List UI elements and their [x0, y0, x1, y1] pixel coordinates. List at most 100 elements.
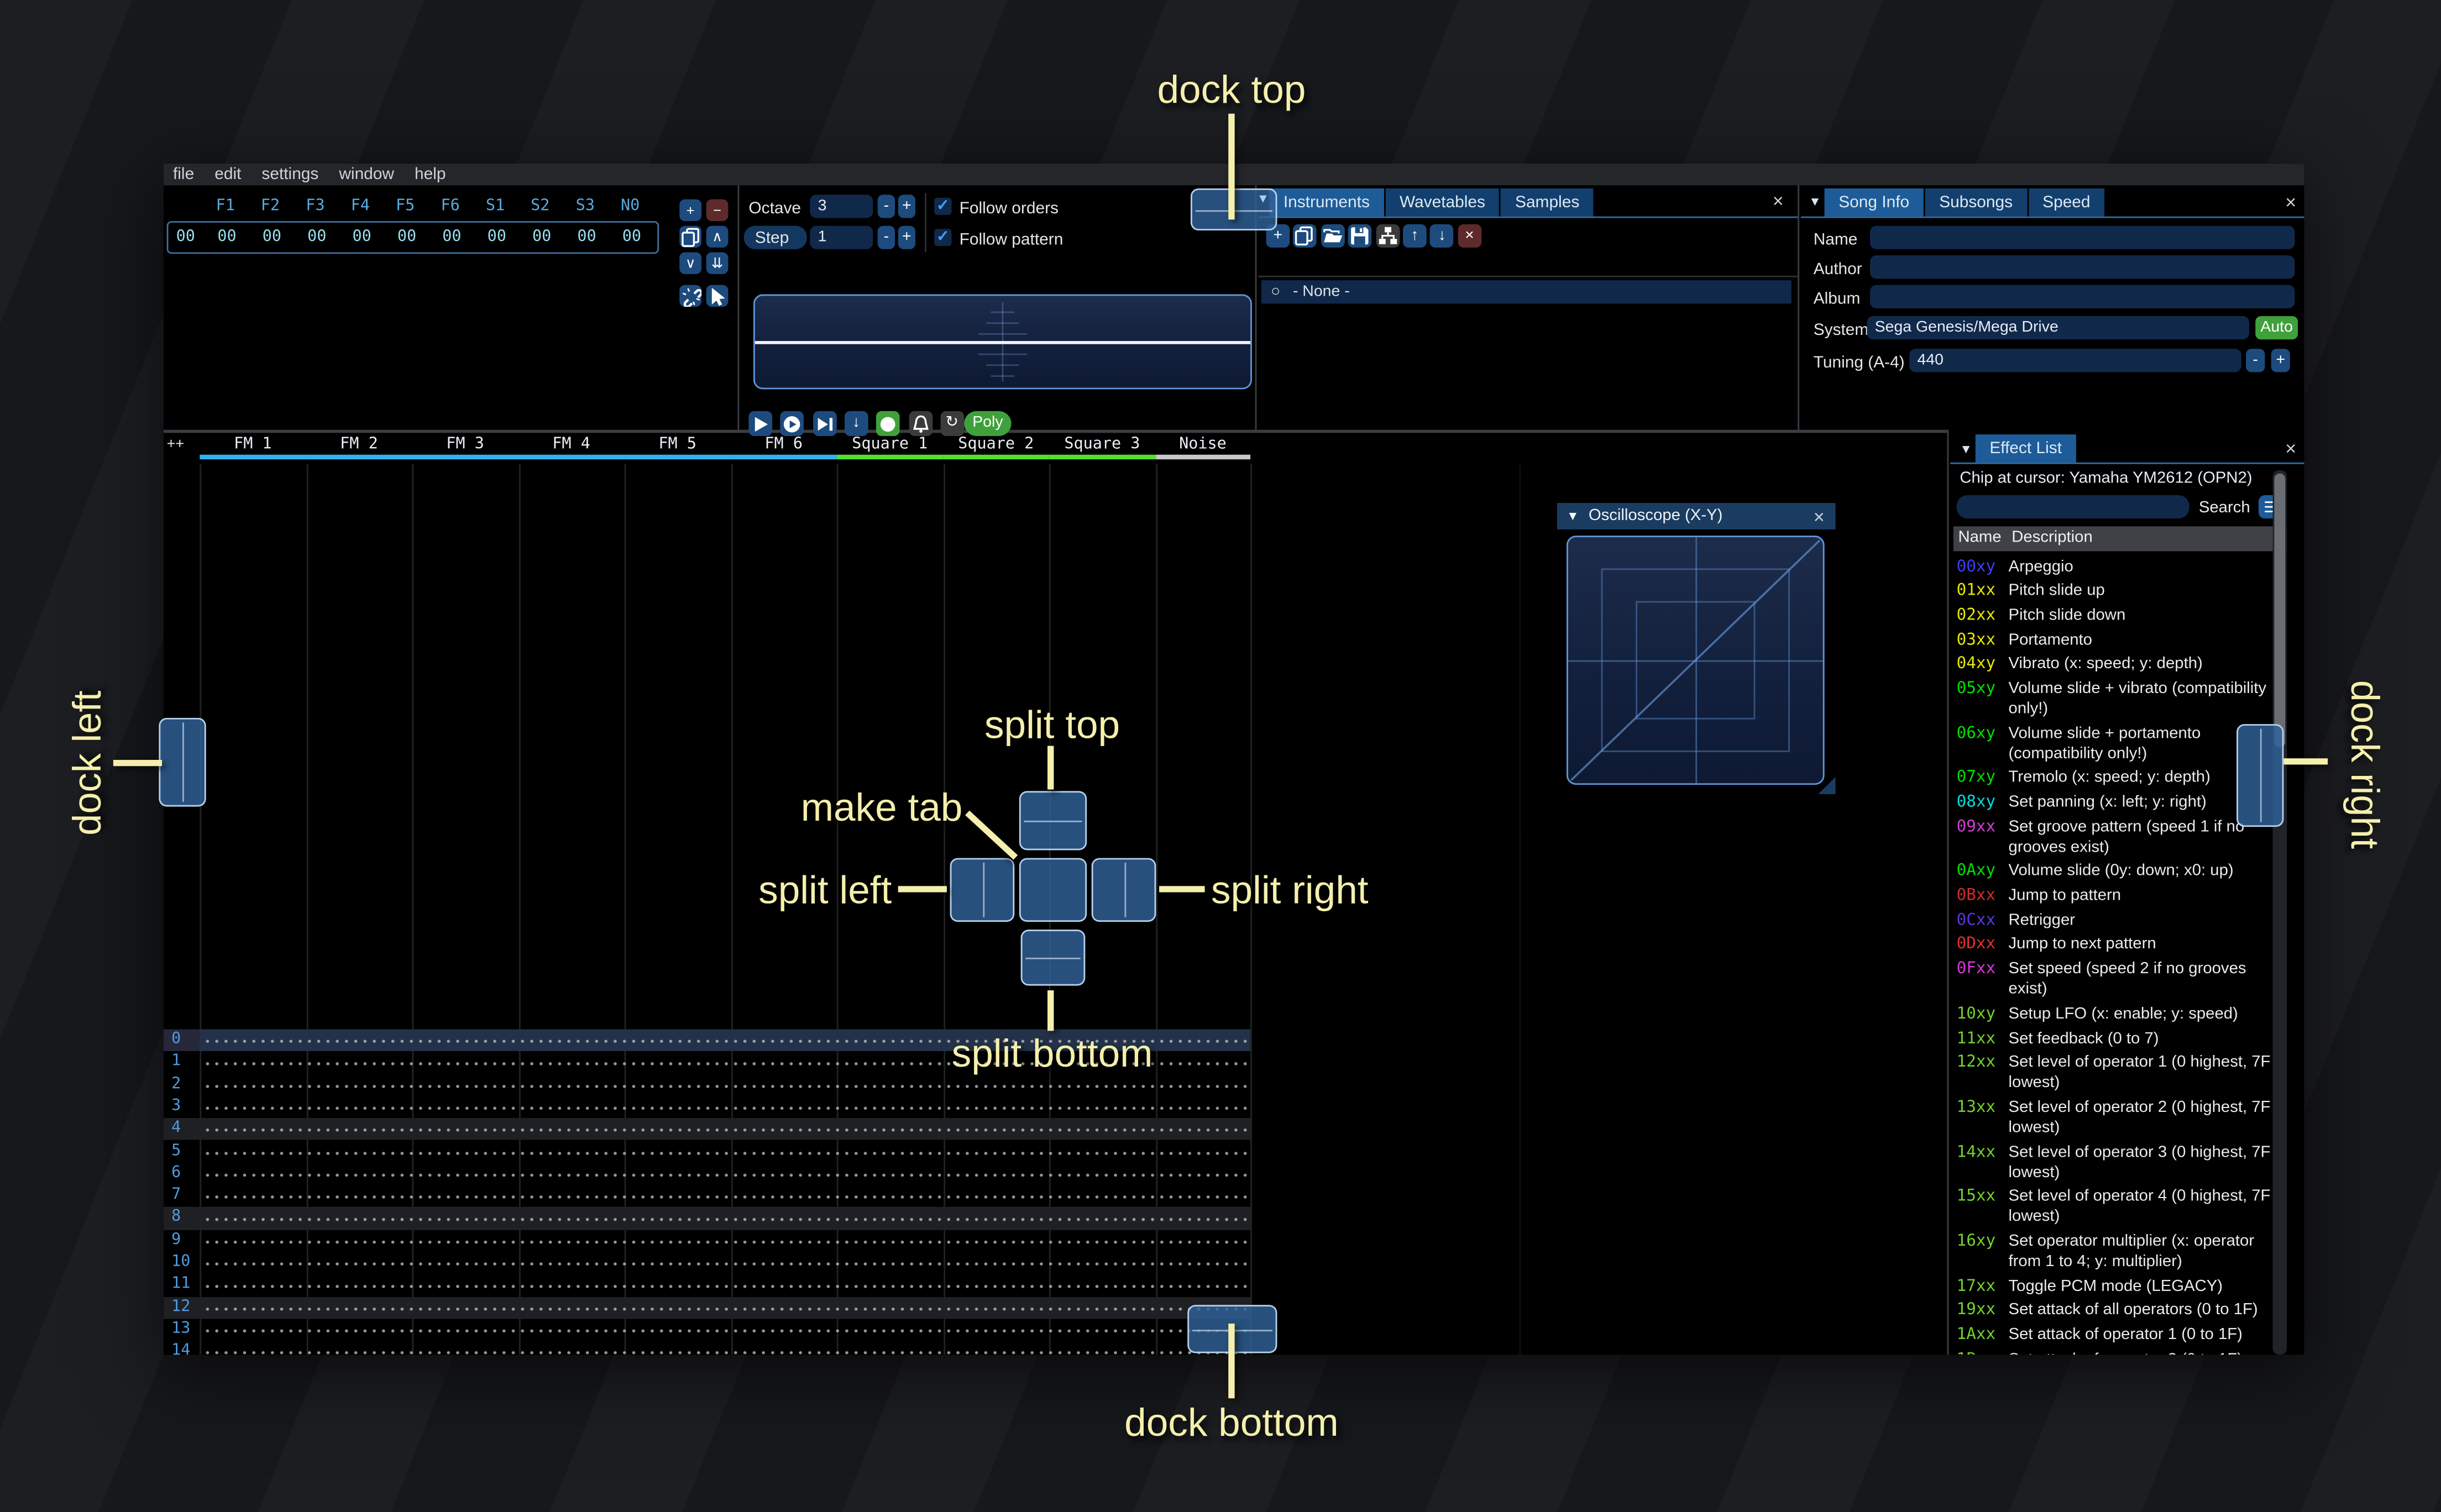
effect-row-03xx[interactable]: 03xx Portamento — [1957, 628, 2290, 652]
close-oscilloscope-xy-icon[interactable]: × — [1814, 508, 1825, 527]
move-instrument-down-icon[interactable]: ↓ — [1430, 224, 1454, 248]
pattern-row-7[interactable]: 7 — [164, 1185, 1251, 1208]
duplicate-instrument-icon[interactable] — [1293, 224, 1317, 248]
metronome-icon[interactable] — [908, 411, 932, 436]
order-cell[interactable]: 00 — [205, 229, 249, 246]
poly-toggle-button[interactable]: Poly — [964, 411, 1012, 436]
channel-header-fm-1[interactable]: FM 1 — [200, 433, 306, 454]
empty-note-cells[interactable] — [200, 1163, 1251, 1185]
order-cell[interactable]: 00 — [609, 229, 654, 246]
effect-row-11xx[interactable]: 11xx Set feedback (0 to 7) — [1957, 1026, 2290, 1051]
channel-header-fm-3[interactable]: FM 3 — [412, 433, 518, 454]
octave-plus-button[interactable]: + — [898, 195, 915, 218]
close-effect-list-icon[interactable]: × — [2285, 439, 2296, 458]
delete-instrument-icon[interactable]: × — [1458, 224, 1481, 248]
album-input[interactable] — [1870, 285, 2295, 308]
empty-note-cells[interactable] — [200, 1207, 1251, 1230]
step-minus-button[interactable]: - — [877, 225, 895, 249]
pattern-row-4[interactable]: 4 — [163, 1118, 1251, 1141]
empty-note-cells[interactable] — [200, 1274, 1251, 1297]
empty-note-cells[interactable] — [200, 1296, 1251, 1319]
tab-effect-list[interactable]: Effect List — [1975, 434, 2076, 463]
pattern-row-9[interactable]: 9 — [164, 1230, 1251, 1252]
order-row-0[interactable]: 00 00 00 00 00 00 00 00 00 00 00 — [166, 221, 659, 254]
effect-row-13xx[interactable]: 13xx Set level of operator 2 (0 highest, … — [1957, 1095, 2290, 1140]
system-auto-button[interactable]: Auto — [2255, 316, 2298, 340]
effect-row-1Bxx[interactable]: 1BxxSet attack of operator 2 (0 to 1F) — [1957, 1347, 2290, 1355]
close-song-info-icon[interactable]: × — [2285, 193, 2296, 212]
name-input[interactable] — [1870, 225, 2295, 249]
close-instruments-icon[interactable]: × — [1773, 192, 1784, 211]
order-cell[interactable]: 00 — [339, 229, 384, 246]
channel-header-square-1[interactable]: Square 1 — [837, 433, 943, 454]
tuning-plus-button[interactable]: + — [2271, 349, 2290, 372]
pattern-row-8[interactable]: 8 — [163, 1207, 1251, 1230]
menu-item-window[interactable]: window — [339, 165, 394, 184]
pattern-row-14[interactable]: 14 — [164, 1341, 1251, 1355]
move-order-up-icon[interactable]: ∧ — [706, 225, 729, 248]
effect-row-16xy[interactable]: 16xy Set operator multiplier (x: operator… — [1957, 1229, 2290, 1274]
follow-orders-checkbox[interactable]: ✓ — [934, 197, 952, 215]
save-instrument-icon[interactable] — [1348, 224, 1372, 248]
panel-separator[interactable] — [1947, 429, 1949, 1355]
step-plus-button[interactable]: + — [898, 225, 915, 249]
split-bottom-target[interactable] — [1020, 930, 1086, 986]
menu-item-edit[interactable]: edit — [214, 165, 241, 184]
add-order-icon[interactable]: + — [679, 199, 702, 222]
empty-note-cells[interactable] — [200, 1185, 1251, 1208]
dock-right-target[interactable] — [2236, 724, 2284, 827]
change-all-orders-icon[interactable] — [679, 285, 702, 307]
order-cell[interactable]: 00 — [384, 229, 429, 246]
effect-row-14xx[interactable]: 14xx Set level of operator 3 (0 highest, … — [1957, 1140, 2290, 1185]
effect-row-12xx[interactable]: 12xx Set level of operator 1 (0 highest, … — [1957, 1051, 2290, 1095]
pattern-row-3[interactable]: 3 — [164, 1096, 1251, 1119]
empty-note-cells[interactable] — [200, 1096, 1251, 1119]
split-right-target[interactable] — [1091, 858, 1156, 922]
move-order-down-icon[interactable]: ∨ — [679, 252, 702, 274]
oscilloscope-xy-titlebar[interactable]: ▼ Oscilloscope (X-Y) × — [1557, 503, 1836, 530]
panel-separator[interactable] — [737, 185, 740, 430]
effect-row-02xx[interactable]: 02xx Pitch slide down — [1957, 603, 2290, 628]
effect-row-0Cxx[interactable]: 0Cxx Retrigger — [1957, 908, 2290, 932]
effect-row-0Fxx[interactable]: 0Fxx Set speed (speed 2 if no grooves exi… — [1957, 957, 2290, 1002]
tab-subsongs[interactable]: Subsongs — [1925, 188, 2027, 217]
channel-header-fm-4[interactable]: FM 4 — [518, 433, 625, 454]
octave-input[interactable] — [810, 195, 873, 218]
remove-order-icon[interactable]: − — [706, 199, 729, 222]
order-edit-mode-icon[interactable] — [706, 285, 729, 307]
make-tab-target[interactable] — [1019, 858, 1087, 922]
channel-header-fm-5[interactable]: FM 5 — [625, 433, 731, 454]
step-one-row-icon[interactable]: ↓ — [844, 411, 868, 436]
resize-grip[interactable] — [1818, 777, 1836, 795]
pattern-row-11[interactable]: 11 — [164, 1274, 1251, 1297]
channel-header-fm-6[interactable]: FM 6 — [731, 433, 837, 454]
scrollbar-thumb[interactable] — [2274, 473, 2286, 748]
effect-row-10xy[interactable]: 10xy Setup LFO (x: enable; y: speed) — [1957, 1002, 2290, 1026]
step-input[interactable] — [810, 225, 873, 249]
channel-header-noise[interactable]: Noise — [1155, 433, 1250, 454]
octave-minus-button[interactable]: - — [877, 195, 895, 218]
play-one-row-icon[interactable] — [812, 411, 836, 436]
empty-note-cells[interactable] — [200, 1341, 1251, 1355]
author-input[interactable] — [1870, 255, 2295, 279]
tuning-input[interactable] — [1909, 349, 2241, 372]
collapse-icon[interactable]: ▼ — [1960, 443, 1972, 456]
order-cell[interactable]: 00 — [295, 229, 339, 246]
tab-instruments[interactable]: Instruments — [1269, 188, 1384, 217]
repeat-pattern-icon[interactable]: ↻ — [940, 411, 964, 436]
order-cell[interactable]: 00 — [429, 229, 474, 246]
open-instrument-icon[interactable] — [1321, 224, 1345, 248]
tuning-minus-button[interactable]: - — [2246, 349, 2265, 372]
effect-row-0Bxx[interactable]: 0Bxx Jump to pattern — [1957, 884, 2290, 908]
channel-header-fm-2[interactable]: FM 2 — [306, 433, 412, 454]
empty-note-cells[interactable] — [200, 1140, 1251, 1163]
effect-row-0Dxx[interactable]: 0Dxx Jump to next pattern — [1957, 933, 2290, 957]
effect-search-input[interactable] — [1956, 495, 2189, 519]
split-left-target[interactable] — [950, 858, 1015, 922]
move-instrument-up-icon[interactable]: ↑ — [1403, 224, 1427, 248]
collapse-icon[interactable]: ▼ — [1567, 510, 1579, 523]
empty-note-cells[interactable] — [200, 1118, 1251, 1141]
tab-speed[interactable]: Speed — [2028, 188, 2105, 217]
menu-item-settings[interactable]: settings — [261, 165, 318, 184]
record-icon[interactable] — [876, 411, 900, 436]
